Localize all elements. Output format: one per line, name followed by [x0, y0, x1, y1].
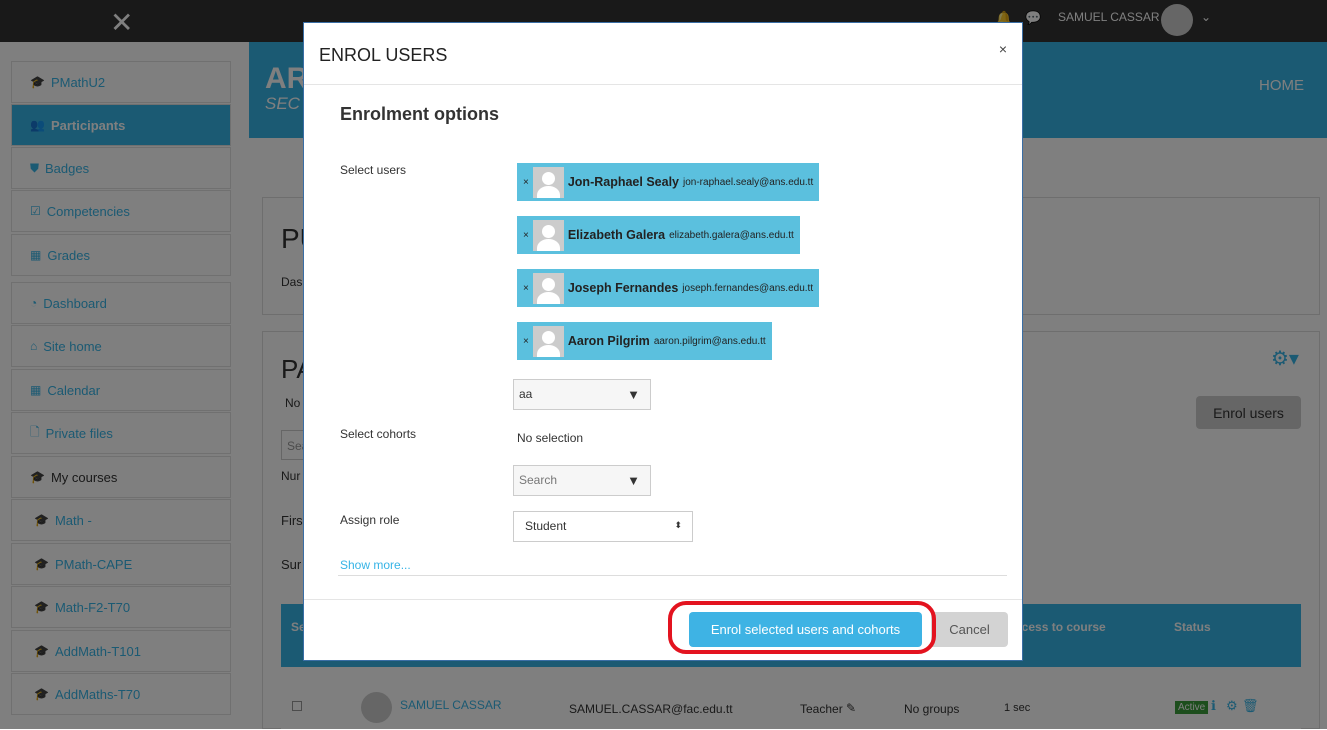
remove-icon[interactable]: × [523, 336, 529, 347]
user-email: joseph.fernandes@ans.edu.tt [682, 282, 814, 294]
remove-icon[interactable]: × [523, 283, 529, 294]
user-search-select[interactable]: aa ▼ [513, 379, 651, 410]
caret-down-icon: ▼ [627, 387, 640, 402]
user-search-value: aa [519, 387, 533, 401]
avatar [532, 219, 564, 251]
selected-user-chip[interactable]: × Elizabeth Galera elizabeth.galera@ans.ed… [517, 216, 800, 254]
enrol-users-dialog: ENROL USERS × Enrolment options Select u… [303, 22, 1023, 661]
avatar [532, 325, 564, 357]
user-name: Joseph Fernandes [567, 281, 679, 295]
show-more-link[interactable]: Show more... [340, 558, 411, 572]
close-icon[interactable]: × [999, 41, 1007, 57]
remove-icon[interactable]: × [523, 230, 529, 241]
role-select[interactable]: Student ⬍ [513, 511, 693, 542]
sort-icon: ⬍ [674, 520, 682, 530]
highlight-annotation [668, 601, 936, 654]
cohort-search-select[interactable]: Search ▼ [513, 465, 651, 496]
avatar [532, 272, 564, 304]
divider [338, 575, 1007, 576]
cohorts-selection: No selection [517, 431, 584, 445]
selected-user-chip[interactable]: × Aaron Pilgrim aaron.pilgrim@ans.edu.tt [517, 322, 772, 360]
section-heading: Enrolment options [340, 104, 499, 124]
user-email: jon-raphael.sealy@ans.edu.tt [683, 176, 814, 188]
user-name: Aaron Pilgrim [567, 334, 650, 348]
user-email: elizabeth.galera@ans.edu.tt [669, 229, 794, 241]
cancel-button[interactable]: Cancel [931, 612, 1008, 647]
role-value: Student [525, 519, 567, 533]
modal-footer-divider [304, 599, 1022, 600]
assign-role-label: Assign role [340, 513, 400, 527]
selected-user-chip[interactable]: × Joseph Fernandes joseph.fernandes@ans.ed… [517, 269, 820, 307]
user-email: aaron.pilgrim@ans.edu.tt [653, 335, 766, 347]
user-name: Jon-Raphael Sealy [567, 175, 679, 189]
avatar [532, 166, 564, 198]
selected-user-chip[interactable]: × Jon-Raphael Sealy jon-raphael.sealy@ans.… [517, 163, 820, 201]
cohort-search-placeholder: Search [519, 473, 558, 487]
caret-down-icon: ▼ [627, 473, 640, 488]
remove-icon[interactable]: × [523, 177, 529, 188]
select-users-label: Select users [340, 163, 407, 177]
select-cohorts-label: Select cohorts [340, 427, 417, 441]
modal-title: ENROL USERS [304, 23, 1022, 85]
user-name: Elizabeth Galera [567, 228, 666, 242]
